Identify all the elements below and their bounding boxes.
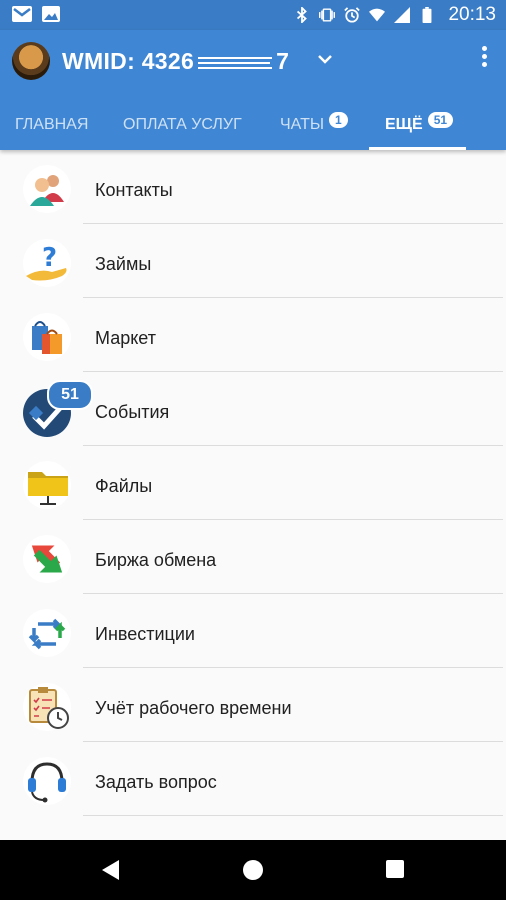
divider	[83, 815, 503, 816]
chevron-down-icon[interactable]	[316, 50, 334, 68]
menu-item-label: Маркет	[95, 328, 156, 348]
menu-item-loans[interactable]: ? Займы	[0, 224, 506, 298]
investments-icon	[23, 609, 71, 657]
files-icon	[23, 461, 71, 509]
overflow-menu-icon[interactable]	[476, 46, 492, 74]
menu-item-contacts[interactable]: Контакты	[0, 150, 506, 224]
events-badge-count: 51	[61, 386, 79, 403]
menu-item-label: Контакты	[95, 180, 173, 200]
vibrate-icon	[319, 8, 336, 22]
app-bar: WMID: 4326 7 ГЛАВНАЯ ОПЛАТА УСЛУГ ЧАТЫ 1 …	[0, 30, 506, 150]
redacted-scribble	[198, 56, 273, 69]
exchange-icon	[23, 535, 71, 583]
menu-item-files[interactable]: Файлы	[0, 446, 506, 520]
back-icon[interactable]	[102, 860, 119, 880]
home-icon[interactable]	[243, 860, 263, 880]
signal-icon	[394, 7, 411, 23]
tab-more-label: ЕЩЁ	[385, 116, 423, 133]
clock: 20:13	[448, 4, 496, 25]
tab-more[interactable]: ЕЩЁ 51	[385, 100, 454, 150]
more-menu-list: Контакты ? Займы Маркет 51 События Файлы…	[0, 150, 506, 816]
avatar[interactable]	[12, 42, 50, 80]
menu-item-label: События	[95, 402, 170, 422]
status-bar: 20:13	[0, 0, 506, 30]
tab-main-label: ГЛАВНАЯ	[15, 116, 89, 133]
alarm-icon	[344, 7, 361, 23]
menu-item-label: Файлы	[95, 476, 153, 496]
tab-more-badge: 51	[427, 112, 454, 128]
tab-chats[interactable]: ЧАТЫ 1	[280, 100, 348, 150]
tab-payments-label: ОПЛАТА УСЛУГ	[123, 116, 242, 133]
menu-item-label: Задать вопрос	[95, 772, 217, 792]
menu-item-exchange[interactable]: Биржа обмена	[0, 520, 506, 594]
system-nav-bar	[0, 840, 506, 900]
wmid-suffix: 7	[276, 48, 290, 74]
market-icon	[23, 313, 71, 361]
recent-apps-icon[interactable]	[386, 860, 404, 878]
svg-text:?: ?	[42, 243, 57, 273]
time-tracking-icon	[23, 683, 71, 731]
menu-item-time-tracking[interactable]: Учёт рабочего времени	[0, 668, 506, 742]
menu-item-label: Займы	[95, 254, 152, 274]
tab-payments[interactable]: ОПЛАТА УСЛУГ	[123, 100, 242, 150]
wmid-selector[interactable]: WMID: 4326 7	[62, 48, 289, 75]
tab-bar: ГЛАВНАЯ ОПЛАТА УСЛУГ ЧАТЫ 1 ЕЩЁ 51	[0, 100, 506, 150]
menu-item-ask-question[interactable]: Задать вопрос	[0, 742, 506, 816]
bluetooth-icon	[297, 7, 308, 23]
menu-item-label: Биржа обмена	[95, 550, 217, 570]
gmail-icon	[12, 6, 32, 22]
tab-chats-badge: 1	[329, 112, 348, 128]
menu-item-label: Учёт рабочего времени	[95, 698, 292, 718]
menu-item-investments[interactable]: Инвестиции	[0, 594, 506, 668]
battery-icon	[423, 7, 432, 23]
menu-item-events[interactable]: 51 События	[0, 372, 506, 446]
tab-main[interactable]: ГЛАВНАЯ	[15, 100, 88, 150]
wifi-icon	[369, 8, 386, 22]
menu-item-label: Инвестиции	[95, 624, 195, 644]
tab-chats-label: ЧАТЫ	[280, 116, 325, 133]
contacts-icon	[23, 165, 71, 213]
support-headset-icon	[23, 757, 71, 805]
image-icon	[42, 6, 60, 22]
wmid-text: WMID: 4326	[62, 48, 195, 74]
loans-icon: ?	[23, 239, 71, 287]
menu-item-market[interactable]: Маркет	[0, 298, 506, 372]
events-badge: 51	[47, 380, 93, 410]
